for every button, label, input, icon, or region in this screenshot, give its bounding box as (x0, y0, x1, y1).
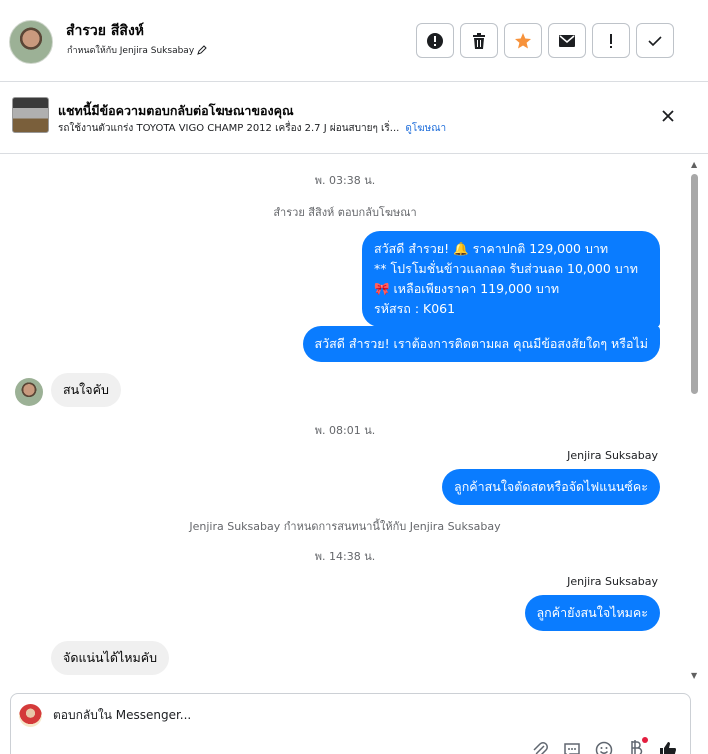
avatar[interactable] (9, 20, 53, 64)
system-notice: Jenjira Suksabay กำหนดการสนทนานี้ให้กับ … (189, 520, 501, 533)
mail-button[interactable] (548, 23, 586, 58)
header-actions (416, 23, 674, 58)
sender-name: Jenjira Suksabay (567, 449, 658, 462)
page-avatar (19, 704, 42, 727)
assignment-label[interactable]: กำหนดให้กับ Jenjira Suksabay (67, 43, 207, 57)
assignment-text: กำหนดให้กับ Jenjira Suksabay (67, 46, 195, 56)
report-button[interactable] (416, 23, 454, 58)
timestamp: พ. 14:38 น. (314, 550, 376, 563)
exclamation-icon (610, 33, 612, 48)
attach-icon[interactable] (530, 740, 550, 754)
reply-composer (10, 693, 691, 754)
outgoing-message[interactable]: สวัสดี สำรวย! เราต้องการติดตามผล คุณมีข้… (302, 326, 660, 362)
star-button[interactable] (504, 23, 542, 58)
chat-icon[interactable] (562, 740, 582, 754)
ad-description: รถใช้งานตัวแกร่ง TOYOTA VIGO CHAMP 2012 … (58, 121, 446, 136)
star-icon (515, 32, 531, 48)
check-icon (648, 35, 662, 46)
incoming-message[interactable]: จัดแน่นได้ไหมคับ (51, 641, 170, 675)
contact-name[interactable]: สำรวย สีสิงห์ (66, 20, 144, 42)
scroll-thumb[interactable] (691, 174, 698, 394)
scroll-up-arrow-icon[interactable]: ▲ (691, 160, 697, 169)
message-line: 🎀 เหลือเพียงราคา 119,000 บาท (374, 281, 560, 296)
trash-icon (473, 32, 485, 49)
like-icon[interactable] (658, 740, 678, 754)
close-icon[interactable] (660, 108, 676, 124)
ad-reply-banner: แชทนี้มีข้อความตอบกลับต่อโฆษณาของคุณ รถใ… (0, 82, 708, 154)
payment-button[interactable] (626, 737, 648, 754)
ad-description-text: รถใช้งานตัวแกร่ง TOYOTA VIGO CHAMP 2012 … (58, 123, 400, 134)
message-line: ** โปรโมชั่นข้าวแลกลด รับส่วนลด 10,000 บ… (374, 261, 638, 276)
mark-important-button[interactable] (592, 23, 630, 58)
system-notice: สำรวย สีสิงห์ ตอบกลับโฆษณา (273, 206, 417, 219)
outgoing-message[interactable]: ลูกค้ายังสนใจไหมคะ (524, 595, 660, 631)
message-line: สวัสดี สำรวย! 🔔 ราคาปกติ 129,000 บาท (374, 241, 609, 256)
message-thread[interactable]: พ. 03:38 น. สำรวย สีสิงห์ ตอบกลับโฆษณา ส… (0, 155, 690, 680)
view-ad-link[interactable]: ดูโฆษณา (405, 123, 446, 134)
mail-icon (559, 34, 575, 47)
message-line: รหัสรถ : K061 (374, 301, 456, 316)
report-icon (427, 32, 443, 49)
reply-input[interactable] (53, 708, 653, 722)
chat-header: สำรวย สีสิงห์ กำหนดให้กับ Jenjira Suksab… (0, 0, 708, 82)
outgoing-message[interactable]: ลูกค้าสนใจตัดสดหรือจัดไฟแนนซ์คะ (442, 469, 660, 505)
timestamp: พ. 03:38 น. (314, 174, 376, 187)
messenger-chat-panel: สำรวย สีสิงห์ กำหนดให้กับ Jenjira Suksab… (0, 0, 708, 754)
ad-title: แชทนี้มีข้อความตอบกลับต่อโฆษณาของคุณ (58, 103, 294, 118)
mark-done-button[interactable] (636, 23, 674, 58)
baht-icon (631, 740, 643, 754)
scroll-down-arrow-icon[interactable]: ▼ (691, 671, 697, 680)
outgoing-message[interactable]: สวัสดี สำรวย! 🔔 ราคาปกติ 129,000 บาท ** … (362, 231, 660, 327)
emoji-icon[interactable] (594, 740, 614, 754)
delete-button[interactable] (460, 23, 498, 58)
scrollbar[interactable]: ▲ ▼ (690, 160, 700, 680)
pencil-icon[interactable] (197, 45, 207, 55)
timestamp: พ. 08:01 น. (314, 424, 376, 437)
incoming-message[interactable]: สนใจคับ (51, 373, 121, 407)
contact-avatar[interactable] (15, 378, 43, 406)
composer-tools (530, 737, 678, 754)
ad-thumbnail[interactable] (12, 97, 49, 133)
sender-name: Jenjira Suksabay (567, 575, 658, 588)
